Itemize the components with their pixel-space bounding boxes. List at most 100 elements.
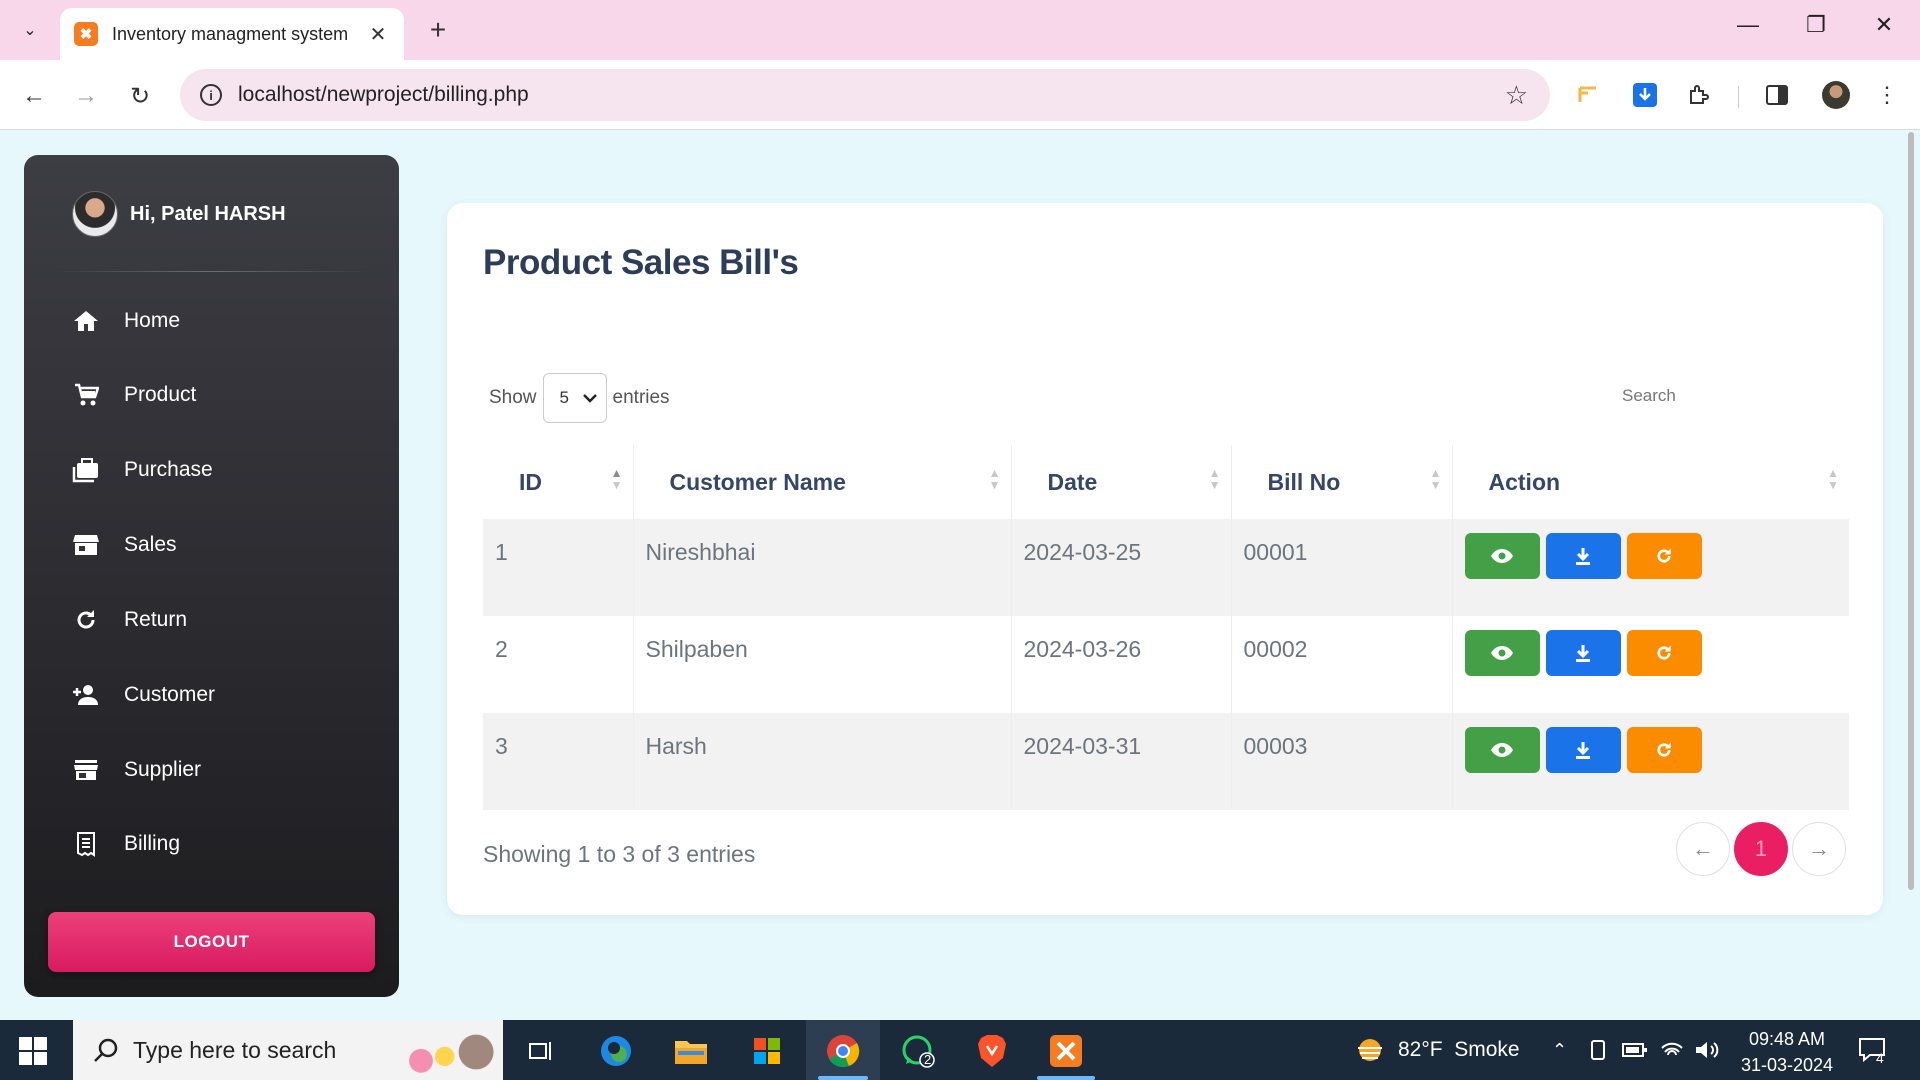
receipt-icon bbox=[72, 830, 100, 858]
download-extension-icon[interactable] bbox=[1628, 78, 1662, 112]
weather-widget[interactable]: 82°F Smoke bbox=[1352, 1020, 1520, 1080]
cell-id: 2 bbox=[483, 616, 634, 713]
sidebar-item-label: Purchase bbox=[124, 458, 213, 481]
logout-button[interactable]: LOGOUT bbox=[48, 912, 375, 972]
view-button[interactable] bbox=[1464, 727, 1540, 773]
sidebar-item-supplier[interactable]: Supplier bbox=[72, 750, 201, 790]
refresh-icon bbox=[1657, 742, 1671, 757]
browser-menu-icon[interactable]: ⋮ bbox=[1870, 78, 1904, 112]
sidebar-item-billing[interactable]: Billing bbox=[72, 824, 180, 864]
refresh-icon bbox=[1657, 548, 1671, 563]
entries-label: entries bbox=[612, 387, 670, 408]
download-button[interactable] bbox=[1545, 727, 1621, 773]
sidebar-item-purchase[interactable]: Purchase bbox=[72, 450, 213, 490]
chrome-icon[interactable] bbox=[824, 1032, 862, 1070]
profile-avatar[interactable] bbox=[1822, 81, 1850, 109]
sidebar-item-label: Customer bbox=[124, 683, 216, 706]
eye-icon bbox=[1491, 743, 1513, 757]
column-header-action[interactable]: Action ▲ ▼ bbox=[1452, 445, 1849, 519]
sidebar-item-label: Return bbox=[124, 608, 188, 631]
pagination-next-button[interactable]: → bbox=[1792, 822, 1846, 876]
sidebar-item-return[interactable]: Return bbox=[72, 600, 187, 640]
reload-icon[interactable]: ↻ bbox=[122, 78, 158, 114]
tray-device-icon[interactable] bbox=[1588, 1020, 1608, 1080]
close-window-icon[interactable]: ✕ bbox=[1864, 12, 1904, 38]
pagination: ← 1 → bbox=[1676, 822, 1850, 876]
table-row: 3 Harsh 2024-03-31 00003 bbox=[483, 713, 1849, 810]
pagination-page-button[interactable]: 1 bbox=[1734, 822, 1788, 876]
tab-search-chevron-icon[interactable]: ⌄ bbox=[14, 14, 46, 46]
bookmark-star-icon[interactable]: ☆ bbox=[1505, 80, 1528, 111]
avatar bbox=[72, 191, 118, 237]
download-icon bbox=[1576, 742, 1590, 759]
xampp-favicon-icon: ✖ bbox=[74, 22, 98, 46]
clock-time: 09:48 AM bbox=[1748, 1029, 1826, 1049]
taskbar-search-box[interactable]: Type here to search bbox=[73, 1020, 503, 1080]
wifi-icon[interactable] bbox=[1660, 1020, 1684, 1080]
easter-search-highlight-icon bbox=[402, 1030, 497, 1074]
new-tab-plus-icon[interactable]: + bbox=[420, 12, 456, 48]
taskbar-search-placeholder: Type here to search bbox=[133, 1036, 337, 1063]
return-button[interactable] bbox=[1626, 727, 1702, 773]
browser-tab[interactable]: ✖ Inventory managment system ✕ bbox=[60, 8, 404, 60]
column-header-date[interactable]: Date ▲ ▼ bbox=[1011, 445, 1232, 519]
sidebar-item-product[interactable]: Product bbox=[72, 375, 196, 415]
sidebar: Hi, Patel HARSH Home Product Purchase Sa… bbox=[24, 155, 399, 997]
eye-icon bbox=[1491, 646, 1513, 660]
column-header-id[interactable]: ID ▲ ▼ bbox=[483, 445, 634, 519]
column-header-bill-no[interactable]: Bill No ▲ ▼ bbox=[1231, 445, 1453, 519]
edge-browser-icon[interactable] bbox=[597, 1032, 635, 1070]
cell-date: 2024-03-26 bbox=[1011, 616, 1232, 713]
task-view-icon[interactable] bbox=[521, 1032, 559, 1070]
xampp-icon[interactable] bbox=[1047, 1032, 1085, 1070]
download-button[interactable] bbox=[1545, 533, 1621, 579]
restore-icon[interactable]: ❐ bbox=[1796, 12, 1836, 38]
tab-close-icon[interactable]: ✕ bbox=[366, 22, 390, 47]
pagination-prev-button[interactable]: ← bbox=[1676, 822, 1730, 876]
extension-flag-icon[interactable] bbox=[1572, 78, 1606, 112]
refresh-icon bbox=[72, 606, 100, 634]
microsoft-store-icon[interactable] bbox=[748, 1032, 786, 1070]
windows-start-icon[interactable] bbox=[18, 1036, 48, 1066]
cell-bill-no: 00003 bbox=[1231, 713, 1453, 810]
storefront-icon bbox=[72, 756, 100, 784]
forward-arrow-icon[interactable]: → bbox=[68, 78, 104, 114]
sidebar-item-customer[interactable]: Customer bbox=[72, 675, 215, 715]
return-button[interactable] bbox=[1626, 630, 1702, 676]
cell-actions bbox=[1452, 519, 1849, 616]
side-panel-icon[interactable] bbox=[1760, 78, 1794, 112]
view-button[interactable] bbox=[1464, 533, 1540, 579]
cell-actions bbox=[1452, 616, 1849, 713]
column-header-customer-name[interactable]: Customer Name ▲ ▼ bbox=[633, 445, 1012, 519]
sidebar-item-home[interactable]: Home bbox=[72, 301, 180, 341]
sidebar-item-label: Home bbox=[124, 309, 181, 332]
cell-bill-no: 00002 bbox=[1231, 616, 1453, 713]
site-info-icon[interactable]: i bbox=[200, 84, 222, 106]
page-scrollbar[interactable] bbox=[1906, 130, 1916, 890]
return-button[interactable] bbox=[1626, 533, 1702, 579]
view-button[interactable] bbox=[1464, 630, 1540, 676]
sidebar-item-sales[interactable]: Sales bbox=[72, 525, 177, 565]
entries-select[interactable]: 5 bbox=[542, 373, 607, 423]
brave-browser-icon[interactable] bbox=[973, 1032, 1011, 1070]
search-input[interactable]: Search bbox=[1622, 386, 1676, 406]
minimize-icon[interactable]: — bbox=[1728, 12, 1768, 38]
entries-select-value: 5 bbox=[559, 388, 569, 407]
extensions-puzzle-icon[interactable] bbox=[1682, 78, 1716, 112]
download-button[interactable] bbox=[1545, 630, 1621, 676]
address-bar[interactable]: i localhost/newproject/billing.php ☆ bbox=[180, 69, 1550, 121]
battery-icon[interactable] bbox=[1622, 1020, 1648, 1080]
whatsapp-icon[interactable]: 2 bbox=[899, 1032, 937, 1070]
notification-center-icon[interactable]: 4 bbox=[1858, 1020, 1888, 1080]
volume-icon[interactable] bbox=[1694, 1020, 1720, 1080]
chevron-down-icon bbox=[582, 394, 597, 403]
file-explorer-icon[interactable] bbox=[672, 1032, 710, 1070]
billing-card: Product Sales Bill's Show 5 entries Sear… bbox=[447, 203, 1883, 915]
sort-icon: ▲ ▼ bbox=[1827, 466, 1839, 492]
user-profile: Hi, Patel HARSH bbox=[72, 191, 286, 237]
person-add-icon bbox=[72, 681, 100, 709]
taskbar-clock[interactable]: 09:48 AM 31-03-2024 bbox=[1732, 1026, 1842, 1078]
tray-chevron-up-icon[interactable]: ⌃ bbox=[1552, 1020, 1567, 1080]
home-icon bbox=[72, 307, 100, 335]
back-arrow-icon[interactable]: ← bbox=[16, 78, 52, 114]
